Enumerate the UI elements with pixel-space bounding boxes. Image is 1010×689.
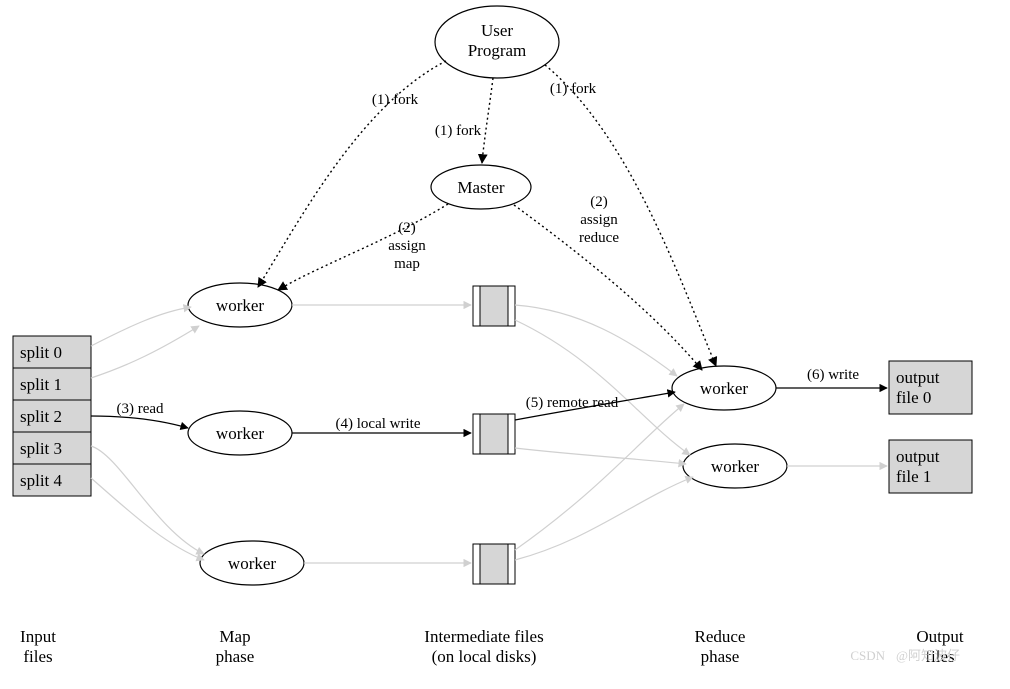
output-0-line2: file 0 bbox=[896, 388, 931, 407]
user-program-line2: Program bbox=[468, 41, 527, 60]
phase-map-2: phase bbox=[216, 647, 255, 666]
watermark-right: @阿知波仔 bbox=[896, 648, 960, 663]
mapreduce-diagram: split 0 split 1 split 2 split 3 split 4 … bbox=[0, 0, 1010, 689]
split-3-label: split 3 bbox=[20, 439, 62, 458]
worker-map-1-label: worker bbox=[216, 296, 264, 315]
master-node: Master bbox=[431, 165, 531, 209]
watermark-left: CSDN bbox=[850, 648, 885, 663]
label-fork-left: (1) fork bbox=[372, 92, 419, 108]
phase-input-1: Input bbox=[20, 627, 56, 646]
split-4: split 4 bbox=[13, 464, 91, 496]
label-local-write: (4) local write bbox=[336, 416, 421, 432]
label-assign-reduce-1: (2) bbox=[590, 194, 608, 210]
label-remote-read: (5) remote read bbox=[526, 395, 619, 411]
output-0: output file 0 bbox=[889, 361, 972, 414]
phase-input-2: files bbox=[23, 647, 52, 666]
watermark: CSDN @阿知波仔 bbox=[850, 648, 960, 663]
label-fork-mid: (1) fork bbox=[435, 123, 482, 139]
label-assign-map-1: (2) bbox=[398, 220, 416, 236]
master-label: Master bbox=[457, 178, 505, 197]
phase-labels: Input files Map phase Intermediate files… bbox=[20, 627, 964, 666]
phase-map-1: Map bbox=[219, 627, 250, 646]
label-assign-reduce-2: assign bbox=[580, 212, 618, 228]
phase-inter-2: (on local disks) bbox=[432, 647, 537, 666]
worker-map-2: worker bbox=[188, 411, 292, 455]
split-2: split 2 bbox=[13, 400, 91, 432]
intermediate-1 bbox=[473, 286, 515, 326]
phase-reduce-2: phase bbox=[701, 647, 740, 666]
label-write: (6) write bbox=[807, 367, 859, 383]
worker-reduce-2: worker bbox=[683, 444, 787, 488]
phase-reduce-1: Reduce bbox=[695, 627, 746, 646]
worker-map-3-label: worker bbox=[228, 554, 276, 573]
output-1-line2: file 1 bbox=[896, 467, 931, 486]
phase-inter-1: Intermediate files bbox=[424, 627, 543, 646]
output-1-line1: output bbox=[896, 447, 940, 466]
split-1-label: split 1 bbox=[20, 375, 62, 394]
worker-map-1: worker bbox=[188, 283, 292, 327]
user-program-line1: User bbox=[481, 21, 513, 40]
worker-map-2-label: worker bbox=[216, 424, 264, 443]
worker-reduce-1: worker bbox=[672, 366, 776, 410]
split-0: split 0 bbox=[13, 336, 91, 368]
label-read: (3) read bbox=[116, 401, 164, 417]
label-assign-map-2: assign bbox=[388, 238, 426, 254]
label-assign-reduce-3: reduce bbox=[579, 230, 619, 246]
worker-reduce-1-label: worker bbox=[700, 379, 748, 398]
phase-output-1: Output bbox=[916, 627, 964, 646]
intermediate-3 bbox=[473, 544, 515, 584]
label-fork-right: (1) fork bbox=[550, 81, 597, 97]
split-1: split 1 bbox=[13, 368, 91, 400]
output-0-line1: output bbox=[896, 368, 940, 387]
user-program-node: User Program bbox=[435, 6, 559, 78]
input-splits: split 0 split 1 split 2 split 3 split 4 bbox=[13, 336, 91, 496]
worker-reduce-2-label: worker bbox=[711, 457, 759, 476]
split-2-label: split 2 bbox=[20, 407, 62, 426]
intermediate-2 bbox=[473, 414, 515, 454]
output-1: output file 1 bbox=[889, 440, 972, 493]
worker-map-3: worker bbox=[200, 541, 304, 585]
split-3: split 3 bbox=[13, 432, 91, 464]
split-4-label: split 4 bbox=[20, 471, 63, 490]
split-0-label: split 0 bbox=[20, 343, 62, 362]
label-assign-map-3: map bbox=[394, 256, 420, 272]
